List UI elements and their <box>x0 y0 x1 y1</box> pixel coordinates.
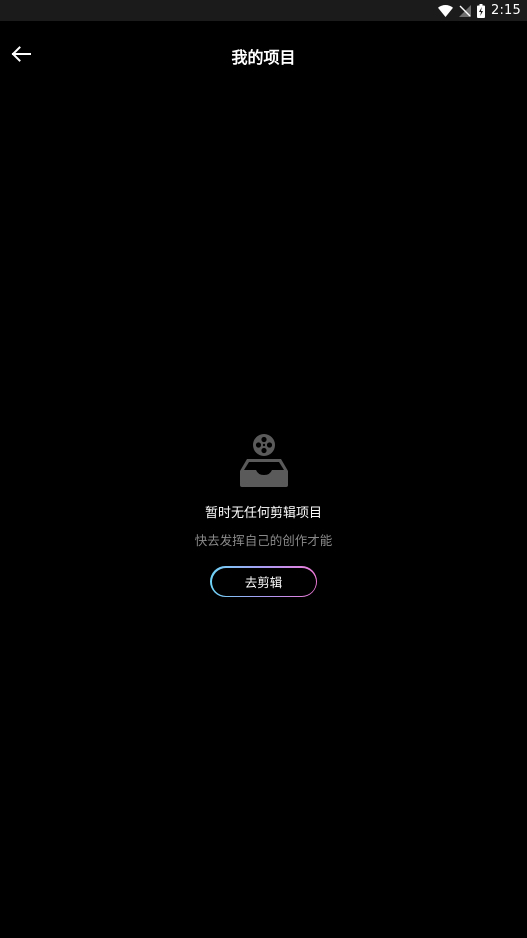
app-bar: 我的项目 <box>0 21 527 91</box>
wifi-icon <box>438 4 453 17</box>
status-time: 2:15 <box>491 3 521 18</box>
battery-charging-icon <box>477 3 485 18</box>
go-edit-button[interactable]: 去剪辑 <box>210 566 317 597</box>
no-signal-icon <box>459 4 471 17</box>
empty-subtitle: 快去发挥自己的创作才能 <box>194 533 333 548</box>
empty-state: 暂时无任何剪辑项目 快去发挥自己的创作才能 去剪辑 <box>0 433 527 597</box>
page-title: 我的项目 <box>231 48 296 67</box>
my-projects-screen: 2:15 我的项目 暂时无任何剪辑项目 快去发挥自己的创作才能 去剪辑 <box>0 0 527 938</box>
empty-title: 暂时无任何剪辑项目 <box>204 506 322 521</box>
status-icons: 2:15 <box>438 2 521 19</box>
film-reel-inbox-icon <box>238 433 290 489</box>
status-bar: 2:15 <box>0 0 527 21</box>
go-edit-button-label: 去剪辑 <box>211 567 316 596</box>
